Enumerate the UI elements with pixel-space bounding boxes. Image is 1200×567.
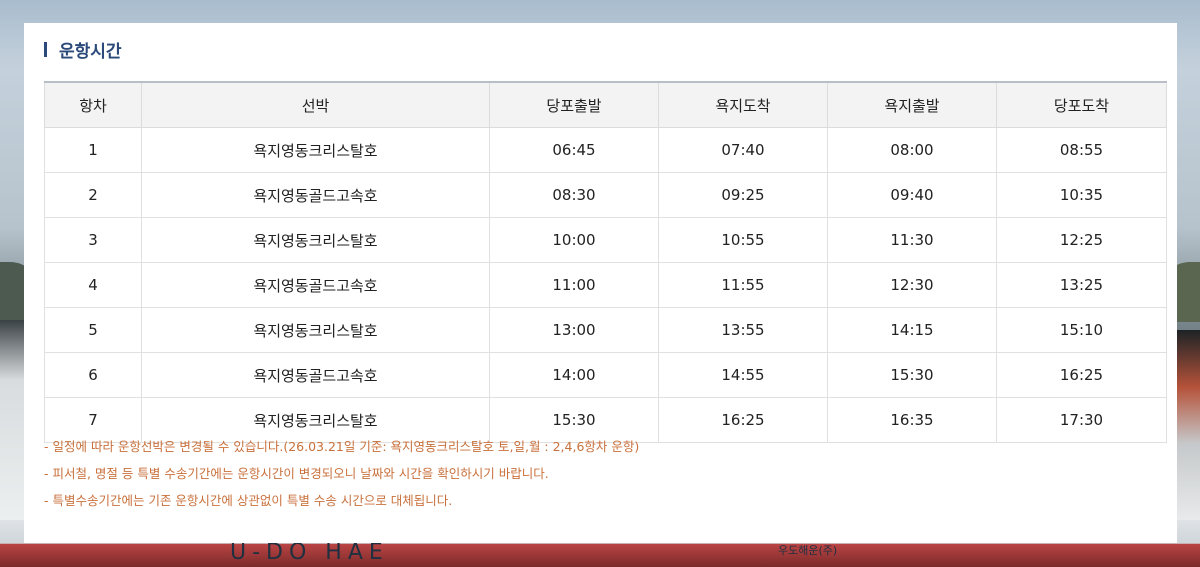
section-title: 운항시간 — [59, 41, 122, 62]
cell-vessel: 욕지영동골드고속호 — [141, 262, 490, 308]
cell-yokji-departure: 14:15 — [827, 307, 997, 353]
table-row: 1 욕지영동크리스탈호 06:45 07:40 08:00 08:55 — [44, 127, 1167, 173]
cell-yokji-departure: 11:30 — [827, 217, 997, 263]
cell-yokji-arrival: 10:55 — [658, 217, 828, 263]
cell-dangpo-departure: 14:00 — [489, 352, 659, 398]
header-vessel: 선박 — [141, 82, 490, 128]
cell-vessel: 욕지영동골드고속호 — [141, 172, 490, 218]
cell-trip: 7 — [44, 397, 142, 443]
header-trip: 항차 — [44, 82, 142, 128]
cell-trip: 4 — [44, 262, 142, 308]
cell-dangpo-arrival: 13:25 — [996, 262, 1167, 308]
cell-trip: 3 — [44, 217, 142, 263]
header-dangpo-arrival: 당포도착 — [996, 82, 1167, 128]
cell-yokji-departure: 08:00 — [827, 127, 997, 173]
cell-dangpo-arrival: 08:55 — [996, 127, 1167, 173]
section-header: 운항시간 — [44, 37, 122, 62]
cell-dangpo-departure: 06:45 — [489, 127, 659, 173]
cell-dangpo-arrival: 10:35 — [996, 172, 1167, 218]
table-row: 3 욕지영동크리스탈호 10:00 10:55 11:30 12:25 — [44, 217, 1167, 263]
cell-dangpo-departure: 15:30 — [489, 397, 659, 443]
note-special-period: - 피서철, 명절 등 특별 수송기간에는 운항시간이 변경되오니 날짜와 시간… — [44, 466, 549, 481]
cell-trip: 6 — [44, 352, 142, 398]
cell-yokji-departure: 16:35 — [827, 397, 997, 443]
cell-yokji-arrival: 07:40 — [658, 127, 828, 173]
cell-yokji-arrival: 13:55 — [658, 307, 828, 353]
note-vessel-change: - 일정에 따라 운항선박은 변경될 수 있습니다.(26.03.21일 기준:… — [44, 439, 640, 454]
cell-yokji-departure: 09:40 — [827, 172, 997, 218]
cell-vessel: 욕지영동골드고속호 — [141, 352, 490, 398]
cell-vessel: 욕지영동크리스탈호 — [141, 307, 490, 353]
header-dangpo-departure: 당포출발 — [489, 82, 659, 128]
table-row: 7 욕지영동크리스탈호 15:30 16:25 16:35 17:30 — [44, 397, 1167, 443]
cell-dangpo-arrival: 17:30 — [996, 397, 1167, 443]
cell-trip: 5 — [44, 307, 142, 353]
cell-yokji-arrival: 14:55 — [658, 352, 828, 398]
cell-dangpo-departure: 10:00 — [489, 217, 659, 263]
cell-trip: 1 — [44, 127, 142, 173]
cell-yokji-arrival: 16:25 — [658, 397, 828, 443]
cell-dangpo-departure: 13:00 — [489, 307, 659, 353]
schedule-panel: 운항시간 항차 선박 당포출발 욕지도착 욕지출발 당포도착 1 욕지영동크리스… — [24, 23, 1177, 543]
cell-dangpo-departure: 08:30 — [489, 172, 659, 218]
table-row: 5 욕지영동크리스탈호 13:00 13:55 14:15 15:10 — [44, 307, 1167, 353]
cell-dangpo-arrival: 12:25 — [996, 217, 1167, 263]
table-row: 6 욕지영동골드고속호 14:00 14:55 15:30 16:25 — [44, 352, 1167, 398]
background-ship-right — [1176, 330, 1200, 520]
header-yokji-departure: 욕지출발 — [827, 82, 997, 128]
cell-dangpo-arrival: 15:10 — [996, 307, 1167, 353]
cell-vessel: 욕지영동크리스탈호 — [141, 397, 490, 443]
cell-vessel: 욕지영동크리스탈호 — [141, 127, 490, 173]
cell-dangpo-arrival: 16:25 — [996, 352, 1167, 398]
background-ship-left — [0, 320, 24, 520]
header-yokji-arrival: 욕지도착 — [658, 82, 828, 128]
table-header-row: 항차 선박 당포출발 욕지도착 욕지출발 당포도착 — [44, 82, 1167, 128]
cell-trip: 2 — [44, 172, 142, 218]
ship-hull-lettering: U-DO HAE — [230, 540, 389, 565]
title-accent-bar — [44, 41, 47, 57]
cell-vessel: 욕지영동크리스탈호 — [141, 217, 490, 263]
schedule-notes: - 일정에 따라 운항선박은 변경될 수 있습니다.(26.03.21일 기준:… — [44, 437, 639, 518]
cell-dangpo-departure: 11:00 — [489, 262, 659, 308]
ship-hull-sub-lettering: 우도해운(주) — [778, 544, 838, 557]
cell-yokji-departure: 15:30 — [827, 352, 997, 398]
cell-yokji-arrival: 11:55 — [658, 262, 828, 308]
note-special-replacement: - 특별수송기간에는 기존 운항시간에 상관없이 특별 수송 시간으로 대체됩니… — [44, 493, 453, 508]
cell-yokji-departure: 12:30 — [827, 262, 997, 308]
cell-yokji-arrival: 09:25 — [658, 172, 828, 218]
schedule-table: 항차 선박 당포출발 욕지도착 욕지출발 당포도착 1 욕지영동크리스탈호 06… — [44, 81, 1167, 443]
table-row: 2 욕지영동골드고속호 08:30 09:25 09:40 10:35 — [44, 172, 1167, 218]
table-row: 4 욕지영동골드고속호 11:00 11:55 12:30 13:25 — [44, 262, 1167, 308]
